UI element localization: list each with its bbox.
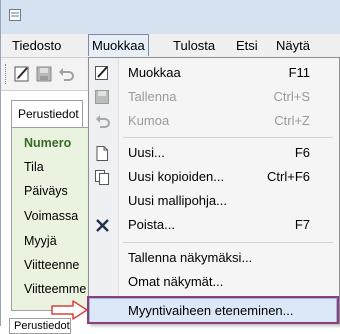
menuitem-label: Muokkaa: [128, 65, 181, 80]
application-window: Tiedosto Muokkaa Tulosta Etsi Näytä Peru…: [0, 0, 340, 334]
annotation-arrow-icon: [51, 300, 88, 320]
menuitem-shortcut: Ctrl+Z: [274, 113, 310, 128]
edit-icon: [95, 66, 108, 80]
edit-icon[interactable]: [13, 65, 31, 83]
menuitem-label: Myyntivaiheen eteneminen...: [128, 303, 294, 318]
menuitem-label: Omat näkymät...: [128, 274, 224, 289]
title-bar: [1, 0, 340, 34]
menu-etsi[interactable]: Etsi: [233, 34, 261, 57]
menuitem-label: Uusi kopioiden...: [128, 169, 225, 184]
field-label-tila: Tila: [24, 160, 44, 174]
menuitem-shortcut: F11: [288, 65, 310, 80]
menuitem-uusi-kopioiden[interactable]: Uusi kopioiden... Ctrl+F6: [90, 165, 336, 189]
menuitem-myyntivaiheen-eteneminen[interactable]: Myyntivaiheen eteneminen...: [89, 298, 337, 324]
menu-bar: Tiedosto Muokkaa Tulosta Etsi Näytä: [1, 34, 340, 58]
toolbar-grip[interactable]: [5, 64, 9, 84]
menu-separator: [123, 296, 333, 297]
undo-icon[interactable]: [57, 65, 75, 83]
menu-muokkaa[interactable]: Muokkaa: [88, 34, 149, 56]
menuitem-label: Poista...: [128, 217, 175, 232]
save-icon: [95, 90, 109, 104]
menuitem-omat-nakymat[interactable]: Omat näkymät...: [90, 270, 336, 294]
menu-tiedosto[interactable]: Tiedosto: [9, 34, 64, 57]
menuitem-tallenna[interactable]: Tallenna Ctrl+S: [90, 85, 336, 109]
menuitem-label: Uusi...: [128, 145, 165, 160]
app-icon: [9, 9, 21, 21]
menuitem-shortcut: F7: [294, 217, 310, 232]
menuitem-label: Kumoa: [128, 113, 170, 128]
menuitem-tallenna-nakymaksi[interactable]: Tallenna näkymäksi...: [90, 246, 336, 270]
menuitem-uusi[interactable]: Uusi... F6: [90, 141, 336, 165]
menuitem-kumoa[interactable]: Kumoa Ctrl+Z: [90, 109, 336, 133]
menuitem-uusi-mallipohja[interactable]: Uusi mallipohja...: [90, 189, 336, 213]
muokkaa-dropdown-menu: Muokkaa F11 Tallenna Ctrl+S Kumoa Ctrl+Z: [88, 57, 340, 324]
delete-icon: [96, 219, 109, 232]
new-document-icon: [96, 146, 108, 161]
menu-separator: [123, 242, 333, 243]
undo-icon: [96, 115, 110, 128]
field-label-viitteenne: Viitteenne: [24, 258, 80, 272]
field-label-paivays: Päiväys: [24, 184, 68, 198]
menuitem-label: Tallenna: [128, 89, 177, 104]
field-label-viitteemme: Viitteemme: [24, 282, 87, 296]
menu-tulosta[interactable]: Tulosta: [170, 34, 218, 57]
menuitem-muokkaa[interactable]: Muokkaa F11: [90, 61, 336, 85]
menuitem-shortcut: Ctrl+S: [273, 89, 310, 104]
menuitem-shortcut: F6: [294, 145, 310, 160]
menuitem-poista[interactable]: Poista... F7: [90, 213, 336, 237]
bottom-tab-perustiedot[interactable]: Perustiedot: [9, 318, 71, 334]
copy-document-icon: [95, 170, 109, 185]
menuitem-shortcut: Ctrl+F6: [267, 169, 310, 184]
menu-separator: [123, 137, 333, 138]
field-label-myyja: Myyjä: [24, 234, 57, 248]
field-label-voimassa: Voimassa: [24, 209, 79, 223]
menu-nayta[interactable]: Näytä: [273, 34, 313, 57]
menuitem-label: Uusi mallipohja...: [128, 193, 227, 208]
field-label-numero: Numero: [24, 136, 72, 150]
save-icon[interactable]: [35, 65, 53, 83]
menuitem-label: Tallenna näkymäksi...: [128, 250, 253, 265]
tab-perustiedot[interactable]: Perustiedot: [11, 100, 83, 128]
